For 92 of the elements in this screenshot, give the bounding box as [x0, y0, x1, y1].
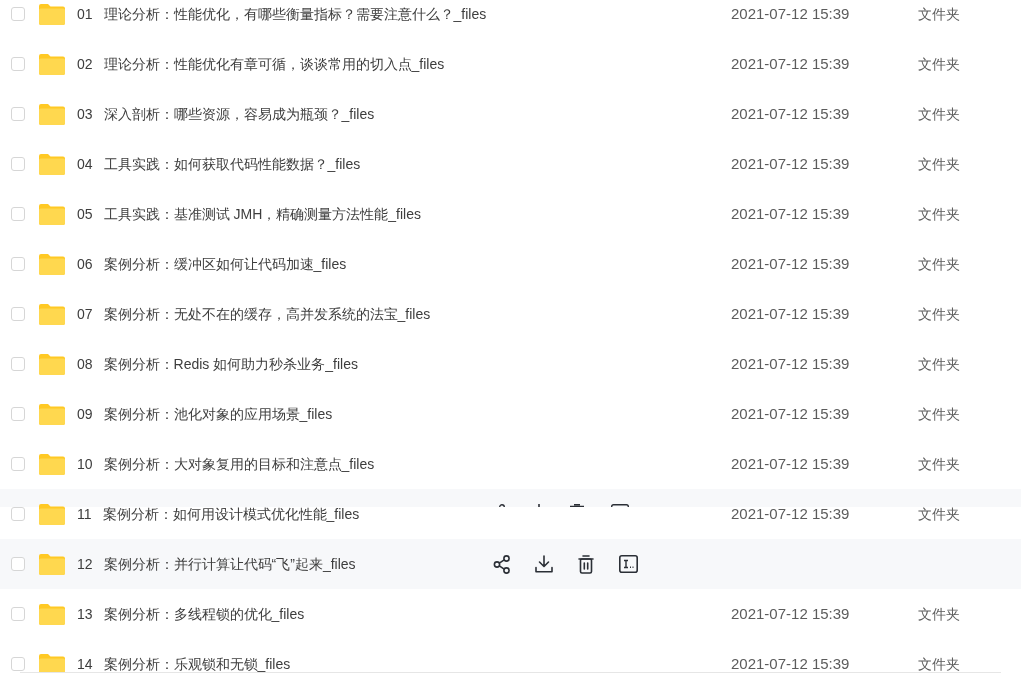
file-type: 文件夹 — [918, 104, 960, 124]
folder-icon — [39, 653, 65, 672]
trash-icon — [578, 554, 594, 574]
folder-icon — [39, 253, 65, 275]
clipped-icon — [499, 504, 505, 507]
file-name[interactable]: 案例分析：大对象复用的目标和注意点_files — [103, 453, 375, 475]
checkbox[interactable] — [11, 257, 25, 271]
file-name[interactable]: 案例分析：池化对象的应用场景_files — [103, 403, 333, 425]
folder-icon — [39, 603, 65, 625]
file-number: 10 — [77, 454, 93, 474]
modified-date: 2021-07-12 15:39 — [731, 153, 850, 174]
modified-date: 2021-07-12 15:39 — [731, 603, 850, 624]
folder-icon — [39, 103, 65, 125]
checkbox[interactable] — [11, 507, 25, 521]
checkbox[interactable] — [11, 57, 25, 71]
file-number: 13 — [77, 604, 93, 624]
share-icon — [493, 554, 511, 574]
checkbox[interactable] — [11, 7, 25, 21]
folder-icon — [39, 553, 65, 575]
file-type: 文件夹 — [918, 454, 960, 474]
file-number: 01 — [77, 4, 93, 24]
share-button[interactable] — [492, 554, 512, 574]
file-number: 05 — [77, 204, 93, 224]
file-name[interactable]: 深入剖析：哪些资源，容易成为瓶颈？_files — [103, 103, 375, 125]
modified-date: 2021-07-12 15:39 — [731, 303, 850, 324]
modified-date: 2021-07-12 15:39 — [731, 103, 850, 124]
rename-button[interactable] — [618, 554, 638, 574]
folder-icon — [39, 453, 65, 475]
checkbox[interactable] — [11, 407, 25, 421]
file-number: 11 — [77, 504, 92, 524]
file-name[interactable]: 案例分析：乐观锁和无锁_files — [103, 653, 291, 672]
file-type: 文件夹 — [918, 154, 960, 174]
modified-date: 2021-07-12 15:39 — [731, 403, 850, 424]
file-type: 文件夹 — [918, 504, 960, 524]
file-name[interactable]: 案例分析：如何用设计模式优化性能_files — [102, 503, 360, 525]
checkbox[interactable] — [11, 457, 25, 471]
file-type: 文件夹 — [918, 204, 960, 224]
modified-date: 2021-07-12 15:39 — [731, 53, 850, 74]
file-name[interactable]: 案例分析：多线程锁的优化_files — [103, 603, 305, 625]
delete-button[interactable] — [576, 554, 596, 574]
file-number: 03 — [77, 104, 93, 124]
file-number: 08 — [77, 354, 93, 374]
file-number: 04 — [77, 154, 93, 174]
file-name[interactable]: 案例分析：并行计算让代码“飞”起来_files — [103, 553, 356, 575]
checkbox[interactable] — [11, 557, 25, 571]
file-type: 文件夹 — [918, 354, 960, 374]
file-name[interactable]: 工具实践：基准测试 JMH，精确测量方法性能_files — [103, 203, 421, 225]
checkbox[interactable] — [11, 157, 25, 171]
folder-icon — [39, 3, 65, 25]
checkbox[interactable] — [11, 357, 25, 371]
folder-icon — [39, 53, 65, 75]
folder-icon — [39, 353, 65, 375]
file-name[interactable]: 理论分析：性能优化，有哪些衡量指标？需要注意什么？_files — [103, 3, 487, 25]
file-number: 02 — [77, 54, 93, 74]
file-type: 文件夹 — [918, 4, 960, 24]
file-type: 文件夹 — [918, 654, 960, 672]
checkbox[interactable] — [11, 307, 25, 321]
checkbox[interactable] — [11, 657, 25, 671]
modified-date: 2021-07-12 15:39 — [731, 503, 850, 524]
file-type: 文件夹 — [918, 254, 960, 274]
file-number: 14 — [77, 654, 93, 672]
file-type: 文件夹 — [918, 54, 960, 74]
file-type: 文件夹 — [918, 604, 960, 624]
file-type: 文件夹 — [918, 404, 960, 424]
file-number: 12 — [77, 554, 93, 574]
checkbox[interactable] — [11, 107, 25, 121]
checkbox[interactable] — [11, 607, 25, 621]
modified-date: 2021-07-12 15:39 — [731, 353, 850, 374]
modified-date: 2021-07-12 15:39 — [731, 253, 850, 274]
file-name[interactable]: 理论分析：性能优化有章可循，谈谈常用的切入点_files — [103, 53, 445, 75]
modified-date: 2021-07-12 15:39 — [731, 3, 850, 24]
file-name[interactable]: 案例分析：Redis 如何助力秒杀业务_files — [103, 353, 358, 375]
folder-icon — [39, 153, 65, 175]
clipped-icon — [570, 504, 584, 507]
checkbox[interactable] — [11, 207, 25, 221]
file-type: 文件夹 — [918, 304, 960, 324]
modified-date: 2021-07-12 15:39 — [731, 203, 850, 224]
modified-date: 2021-07-12 15:39 — [731, 653, 850, 672]
file-name[interactable]: 案例分析：无处不在的缓存，高并发系统的法宝_files — [103, 303, 431, 325]
download-button[interactable] — [534, 554, 554, 574]
folder-icon — [39, 403, 65, 425]
rename-icon — [618, 555, 638, 573]
download-icon — [535, 555, 553, 573]
folder-icon — [39, 303, 65, 325]
file-name[interactable]: 案例分析：缓冲区如何让代码加速_files — [103, 253, 347, 275]
modified-date: 2021-07-12 15:39 — [731, 453, 850, 474]
file-number: 07 — [77, 304, 93, 324]
file-number: 06 — [77, 254, 93, 274]
file-number: 09 — [77, 404, 93, 424]
clipped-icon — [611, 504, 629, 507]
folder-icon — [39, 203, 65, 225]
file-name[interactable]: 工具实践：如何获取代码性能数据？_files — [103, 153, 361, 175]
